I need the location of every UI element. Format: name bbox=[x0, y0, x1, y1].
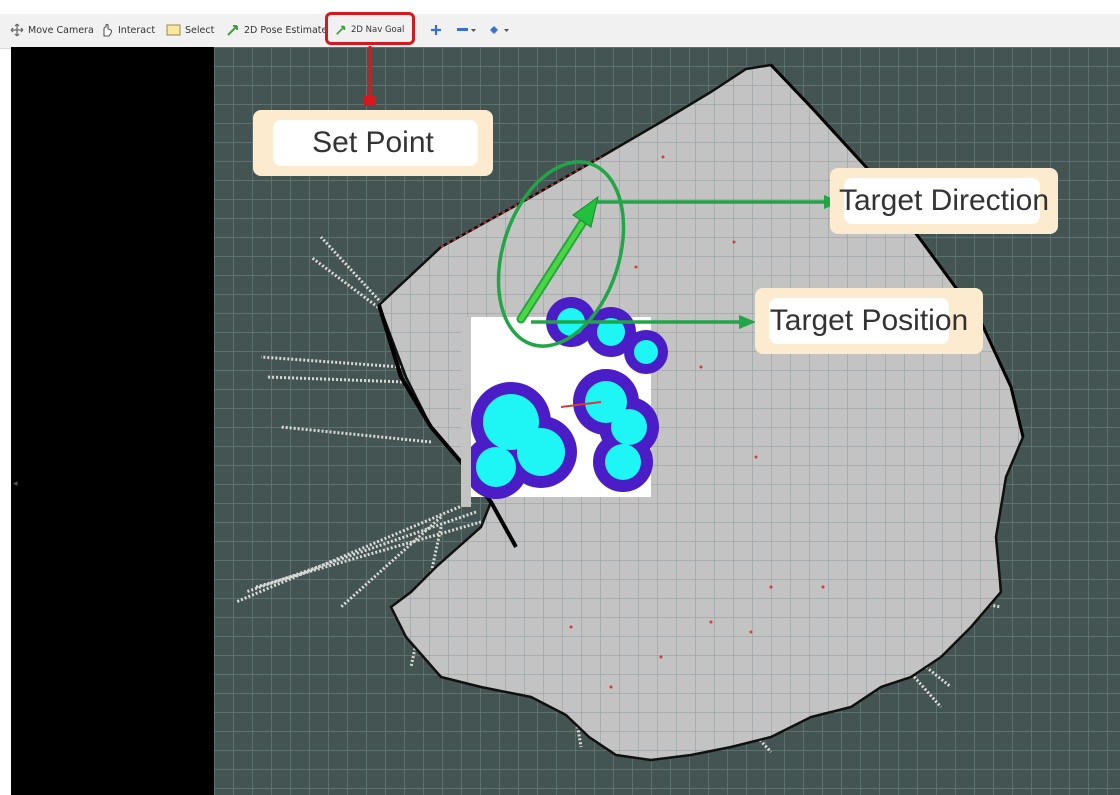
crosshair-tool[interactable] bbox=[430, 21, 442, 39]
target-position-callout: Target Position bbox=[755, 288, 983, 354]
move-camera-label: Move Camera bbox=[28, 24, 94, 36]
crosshair-icon bbox=[431, 25, 441, 35]
set-point-connector bbox=[364, 46, 376, 106]
measure-dropdown[interactable] bbox=[456, 21, 478, 39]
interact-tool[interactable]: Interact bbox=[100, 21, 155, 39]
camera-view-dropdown[interactable] bbox=[488, 21, 512, 39]
move-camera-tool[interactable]: Move Camera bbox=[10, 21, 94, 39]
pose-arrow-icon bbox=[227, 25, 238, 36]
occupancy-map bbox=[235, 63, 1025, 762]
set-point-callout: Set Point bbox=[253, 110, 493, 176]
interact-label: Interact bbox=[118, 24, 156, 36]
select-box-icon bbox=[166, 24, 181, 36]
target-direction-callout: Target Direction bbox=[830, 168, 1058, 234]
camera-view-dropdown-icon bbox=[490, 26, 509, 34]
nav-goal-highlight-box bbox=[325, 12, 415, 45]
measure-dropdown-icon bbox=[457, 28, 476, 32]
target-position-label: Target Position bbox=[769, 304, 969, 337]
set-point-label: Set Point bbox=[312, 126, 434, 159]
pose-estimate-label: 2D Pose Estimate bbox=[244, 24, 328, 36]
interact-hand-icon bbox=[103, 23, 113, 37]
move-camera-icon bbox=[10, 23, 24, 37]
rviz-toolbar: Move Camera Interact Select 2D Pose Esti… bbox=[0, 12, 1120, 49]
map-viewport[interactable]: ◂ bbox=[11, 47, 1120, 795]
target-direction-label: Target Direction bbox=[838, 184, 1050, 217]
local-costmap bbox=[461, 297, 668, 507]
pose-estimate-tool[interactable]: 2D Pose Estimate bbox=[226, 21, 327, 39]
select-label: Select bbox=[185, 24, 215, 36]
select-tool[interactable]: Select bbox=[166, 21, 214, 39]
